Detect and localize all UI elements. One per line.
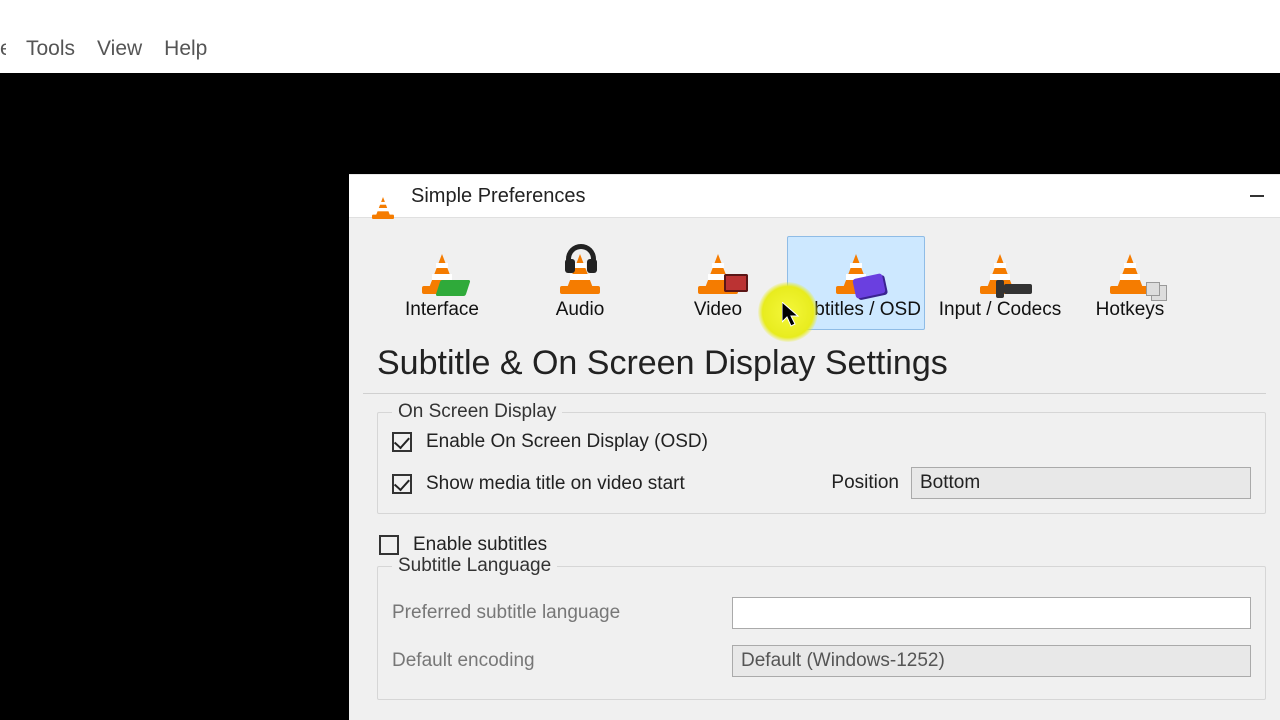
show-title-label: Show media title on video start	[426, 473, 685, 495]
enable-subtitles-label: Enable subtitles	[413, 534, 547, 556]
category-tabstrip: Interface Audio Video Subtitles / OSD In…	[363, 218, 1266, 330]
menu-view[interactable]: View	[97, 37, 142, 63]
osd-legend: On Screen Display	[392, 401, 562, 423]
tab-label: Hotkeys	[1096, 299, 1165, 321]
tab-subtitles-osd[interactable]: Subtitles / OSD	[787, 236, 925, 330]
menu-tools[interactable]: Tools	[26, 37, 75, 63]
default-encoding-select[interactable]: Default (Windows-1252)	[732, 645, 1251, 677]
tab-input-codecs[interactable]: Input / Codecs	[925, 236, 1075, 330]
show-title-checkbox[interactable]	[392, 474, 412, 494]
cone-headphones-icon	[560, 248, 600, 294]
tab-interface[interactable]: Interface	[373, 236, 511, 330]
tab-label: Input / Codecs	[939, 299, 1062, 321]
settings-form: On Screen Display Enable On Screen Displ…	[363, 394, 1266, 700]
tab-label: Audio	[556, 299, 605, 321]
cone-film-icon	[698, 248, 738, 294]
dialog-title: Simple Preferences	[411, 185, 586, 208]
tab-audio[interactable]: Audio	[511, 236, 649, 330]
enable-osd-label: Enable On Screen Display (OSD)	[426, 431, 708, 453]
sublang-legend: Subtitle Language	[392, 555, 557, 577]
subtitle-language-fieldset: Subtitle Language Preferred subtitle lan…	[377, 566, 1266, 700]
dialog-titlebar: Simple Preferences	[349, 175, 1280, 217]
cone-subtitle-icon	[836, 248, 876, 294]
tab-label: Interface	[405, 299, 479, 321]
dialog-body: Interface Audio Video Subtitles / OSD In…	[349, 217, 1280, 720]
cone-keys-icon	[1110, 248, 1150, 294]
preferred-language-label: Preferred subtitle language	[392, 602, 732, 624]
menu-item-partial[interactable]: e	[0, 37, 6, 63]
tab-label: Subtitles / OSD	[791, 299, 921, 321]
preferred-language-input[interactable]	[732, 597, 1251, 629]
preferences-dialog: Simple Preferences Interface Audio Video…	[349, 174, 1280, 720]
position-select[interactable]: Bottom	[911, 467, 1251, 499]
main-menubar: e Tools View Help	[0, 0, 1280, 73]
cone-plug-icon	[980, 248, 1020, 294]
tab-video[interactable]: Video	[649, 236, 787, 330]
menu-help[interactable]: Help	[164, 37, 207, 63]
enable-subtitles-checkbox[interactable]	[379, 535, 399, 555]
position-label: Position	[831, 472, 899, 494]
tab-hotkeys[interactable]: Hotkeys	[1075, 236, 1185, 330]
osd-fieldset: On Screen Display Enable On Screen Displ…	[377, 412, 1266, 514]
tab-label: Video	[694, 299, 742, 321]
minimize-button[interactable]	[1234, 176, 1280, 216]
cone-icon	[422, 248, 462, 294]
default-encoding-label: Default encoding	[392, 650, 732, 672]
page-title: Subtitle & On Screen Display Settings	[363, 330, 1266, 394]
enable-osd-checkbox[interactable]	[392, 432, 412, 452]
vlc-cone-icon	[372, 194, 394, 219]
